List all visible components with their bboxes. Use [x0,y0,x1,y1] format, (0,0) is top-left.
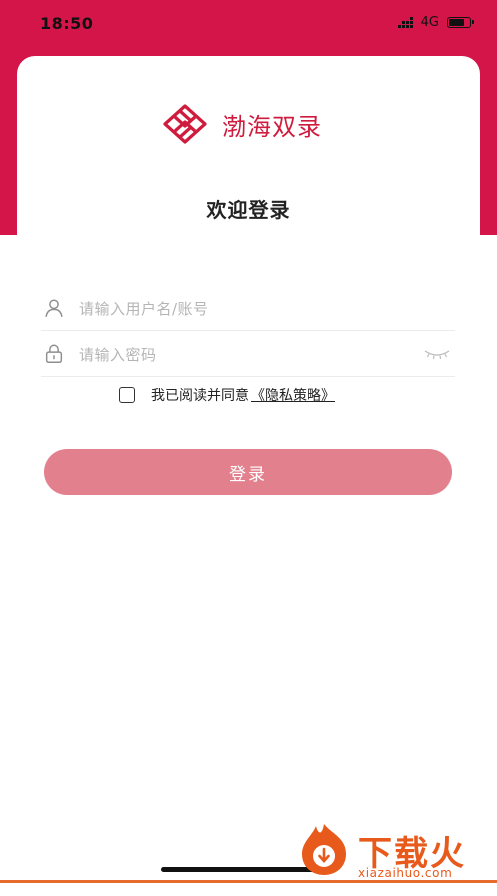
signal-icon [397,17,413,28]
brand-name: 渤海双录 [222,112,322,141]
battery-icon [447,17,474,28]
brand-logo-icon [163,104,207,144]
watermark: 下载火 xiazaihuo.com [296,820,497,883]
network-type: 4G [420,15,439,30]
password-input[interactable]: 请输入密码 [79,344,157,365]
login-card: 渤海双录 欢迎登录 请输入用户名/账号 请输入密码 我已阅读并同意 《隐私策略》… [17,56,480,896]
status-bar: 18:50 4G [0,0,497,46]
agreement-row: 我已阅读并同意 《隐私策略》 [119,385,335,405]
user-icon [45,299,63,317]
lock-icon [45,344,63,363]
username-input[interactable]: 请输入用户名/账号 [79,298,209,319]
eye-closed-icon[interactable] [423,347,451,361]
brand-header: 渤海双录 [162,104,322,144]
watermark-logo-icon [302,824,346,875]
watermark-url: xiazaihuo.com [358,866,453,880]
agree-text: 我已阅读并同意 [151,388,249,404]
username-field[interactable]: 请输入用户名/账号 [41,286,455,331]
agree-checkbox[interactable] [119,387,135,403]
status-time: 18:50 [40,14,94,33]
page-title: 欢迎登录 [206,198,291,222]
privacy-policy-link[interactable]: 《隐私策略》 [251,385,335,405]
status-right: 4G [397,15,474,30]
login-button[interactable]: 登录 [44,449,452,495]
password-field[interactable]: 请输入密码 [41,332,455,377]
